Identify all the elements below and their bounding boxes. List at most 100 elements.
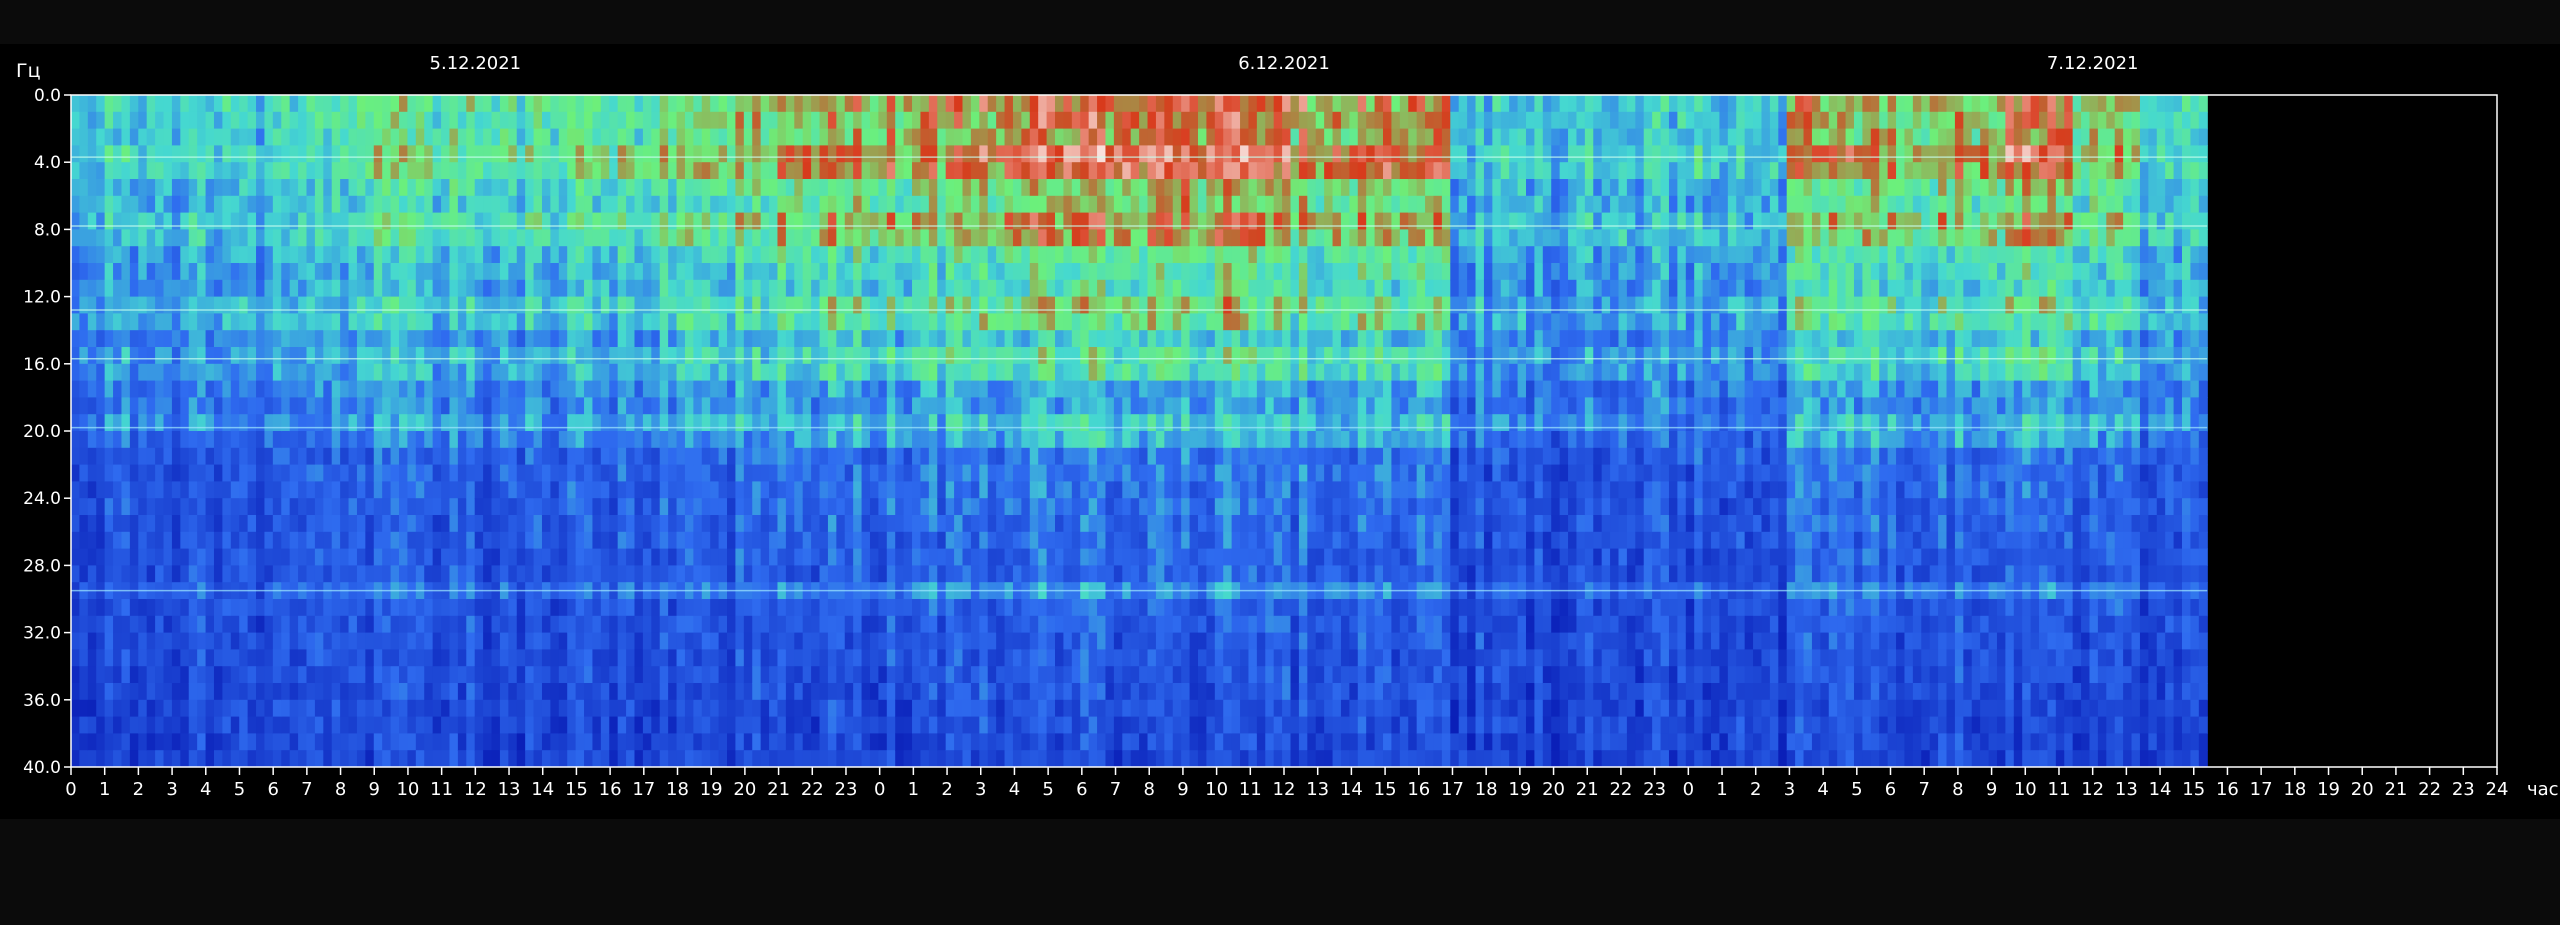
heatmap-cell [1029,498,1039,516]
heatmap-cell [575,733,585,751]
heatmap-cell [1029,716,1039,734]
heatmap-cell [903,111,913,130]
heatmap-cell [1029,481,1039,499]
heatmap-cell [718,481,728,499]
heatmap-cell [483,750,493,767]
heatmap-cell [340,481,350,499]
heatmap-cell [449,649,459,667]
heatmap-cell [659,195,669,214]
heatmap-cell [331,531,341,550]
heatmap-cell [533,347,543,365]
heatmap-cell [979,313,989,331]
heatmap-cell [415,313,425,331]
heatmap-cell [785,750,795,767]
heatmap-cell [356,330,366,348]
heatmap-cell [626,162,636,180]
heatmap-cell [785,733,795,751]
heatmap-cell [87,263,97,281]
heatmap-cell [171,279,181,298]
heatmap-cell [886,128,896,146]
heatmap-cell [264,716,274,734]
heatmap-cell [331,246,341,264]
heatmap-cell [878,615,888,634]
heatmap-cell [365,565,375,583]
heatmap-cell [558,246,568,264]
heatmap-cell [802,229,812,247]
heatmap-cell [701,145,711,163]
heatmap-cell [802,397,812,415]
heatmap-cell [1004,599,1014,617]
heatmap-cell [710,380,720,398]
heatmap-cell [701,128,711,146]
heatmap-cell [718,666,728,684]
heatmap-cell [138,263,148,281]
heatmap-cell [693,313,703,331]
heatmap-cell [298,128,308,146]
heatmap-cell [264,733,274,751]
heatmap-cell [600,531,610,550]
heatmap-cell [323,414,333,432]
heatmap-cell [104,531,114,550]
heatmap-cell [222,162,232,180]
heatmap-cell [886,263,896,281]
heatmap-cell [323,531,333,550]
heatmap-cell [609,632,619,650]
heatmap-cell [752,531,762,550]
heatmap-cell [794,683,804,701]
heatmap-cell [373,548,383,566]
heatmap-cell [718,632,728,650]
heatmap-cell [626,464,636,482]
heatmap-cell [289,515,299,533]
heatmap-cell [584,615,594,634]
heatmap-cell [533,111,543,130]
heatmap-cell [79,111,89,130]
heatmap-cell [407,380,417,398]
heatmap-cell [272,481,282,499]
heatmap-cell [760,128,770,146]
heatmap-cell [239,599,249,617]
heatmap-cell [642,464,652,482]
heatmap-cell [1063,363,1073,382]
heatmap-cell [895,229,905,247]
heatmap-cell [247,397,257,415]
heatmap-cell [962,145,972,163]
heatmap-cell [415,515,425,533]
heatmap-cell [424,683,434,701]
heatmap-cell [340,498,350,516]
heatmap-cell [213,481,223,499]
heatmap-cell [113,162,123,180]
heatmap-cell [1088,263,1098,281]
heatmap-cell [811,531,821,550]
heatmap-cell [407,464,417,482]
heatmap-cell [785,179,795,197]
heatmap-cell [96,699,106,718]
heatmap-cell [348,699,358,718]
heatmap-cell [584,162,594,180]
heatmap-cell [819,195,829,214]
heatmap-cell [171,548,181,566]
heatmap-cell [617,380,627,398]
heatmap-cell [533,565,543,583]
heatmap-cell [264,632,274,650]
heatmap-cell [743,330,753,348]
heatmap-cell [1113,363,1123,382]
heatmap-cell [499,330,509,348]
heatmap-cell [836,699,846,718]
heatmap-cell [979,111,989,130]
heatmap-cell [811,632,821,650]
heatmap-cell [836,414,846,432]
heatmap-cell [441,632,451,650]
heatmap-cell [129,515,139,533]
heatmap-cell [659,599,669,617]
heatmap-cell [987,716,997,734]
heatmap-cell [869,515,879,533]
heatmap-cell [71,632,81,650]
heatmap-cell [962,683,972,701]
heatmap-cell [609,229,619,247]
heatmap-cell [533,263,543,281]
heatmap-cell [1097,179,1107,197]
heatmap-cell [996,397,1006,415]
heatmap-cell [222,447,232,466]
heatmap-cell [903,296,913,314]
heatmap-cell [113,279,123,298]
